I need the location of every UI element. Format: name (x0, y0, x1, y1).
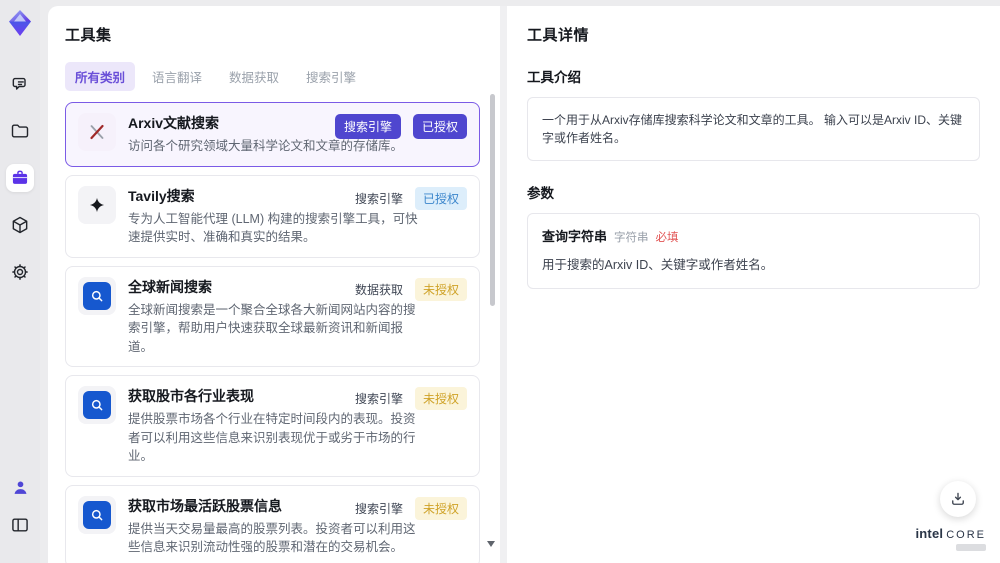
tool-card-sector-performance[interactable]: 获取股市各行业表现 提供股票市场各个行业在特定时间段内的表现。投资者可以利用这些… (65, 375, 480, 477)
param-desc: 用于搜索的Arxiv ID、关键字或作者姓名。 (542, 258, 774, 273)
tool-card-desc: 提供当天交易量最高的股票列表。投资者可以利用这些信息来识别流动性强的股票和潜在的… (128, 521, 416, 555)
tab-data-acquisition[interactable]: 数据获取 (219, 62, 289, 91)
briefcase-icon (10, 168, 30, 188)
auth-status-badge: 已授权 (414, 186, 467, 210)
sidebar-item-files[interactable] (6, 117, 34, 145)
tab-search-engine[interactable]: 搜索引擎 (296, 62, 366, 91)
download-icon (949, 490, 967, 508)
category-tabs: 所有类别 语言翻译 数据获取 搜索引擎 (65, 62, 480, 91)
intro-heading: 工具介绍 (527, 70, 581, 85)
intro-box: 一个用于从Arxiv存储库搜索科学论文和文章的工具。 输入可以是Arxiv ID… (527, 97, 980, 161)
tool-category-label: 搜索引擎 (354, 392, 403, 406)
app-rail (0, 0, 40, 563)
chat-icon (10, 74, 30, 94)
user-icon (11, 478, 30, 497)
intel-core-text: CORE (946, 529, 986, 541)
param-name: 查询字符串 (542, 229, 608, 244)
main-surface: 工具集 所有类别 语言翻译 数据获取 搜索引擎 Arxiv文献搜索 访问各个研究… (48, 6, 1000, 563)
auth-status-badge: 未授权 (414, 496, 467, 520)
gear-icon (10, 262, 30, 282)
arxiv-icon (78, 113, 116, 151)
tool-details-panel: 工具详情 工具介绍 一个用于从Arxiv存储库搜索科学论文和文章的工具。 输入可… (507, 6, 1000, 563)
sidebar-item-chat[interactable] (6, 70, 34, 98)
param-card: 查询字符串 字符串 必填 用于搜索的Arxiv ID、关键字或作者姓名。 (527, 213, 980, 289)
spark-icon (78, 185, 116, 224)
panel-toggle-icon (10, 515, 30, 535)
intel-brand-text: intel (915, 526, 944, 541)
auth-status-badge: 未授权 (414, 387, 467, 410)
news-search-icon (78, 495, 116, 534)
intel-core-logo: intel CORE (915, 526, 986, 551)
param-type: 字符串 (614, 232, 649, 244)
param-required-flag: 必填 (655, 232, 679, 244)
tool-card-desc: 全球新闻搜索是一个聚合全球各大新闻网站内容的搜索引擎，帮助用户快速获取全球最新资… (128, 302, 416, 354)
tab-all-categories[interactable]: 所有类别 (65, 62, 136, 91)
news-search-icon (78, 276, 116, 315)
tool-category-label: 搜索引擎 (354, 501, 403, 516)
page-title: 工具集 (65, 27, 112, 44)
download-button[interactable] (940, 481, 976, 517)
tab-language-translation[interactable]: 语言翻译 (142, 62, 212, 91)
intro-text: 一个用于从Arxiv存储库搜索科学论文和文章的工具。 输入可以是Arxiv ID… (542, 113, 963, 145)
category-button[interactable]: 搜索引擎 (334, 114, 401, 139)
tool-card-active-stocks[interactable]: 获取市场最活跃股票信息 提供当天交易量最高的股票列表。投资者可以利用这些信息来识… (65, 484, 480, 563)
tool-category-label: 搜索引擎 (354, 191, 403, 206)
tool-category-label: 数据获取 (354, 282, 403, 297)
sidebar-item-models[interactable] (6, 211, 34, 239)
folder-icon (10, 121, 30, 141)
tool-list-panel: 工具集 所有类别 语言翻译 数据获取 搜索引擎 Arxiv文献搜索 访问各个研究… (48, 6, 500, 563)
tool-list: Arxiv文献搜索 访问各个研究领域大量科学论文和文章的存储库。 搜索引擎 已授… (65, 102, 480, 563)
intel-core-sub-badge (956, 544, 986, 551)
panel-divider (500, 6, 507, 563)
cube-icon (10, 215, 30, 235)
scrollbar-thumb[interactable] (490, 94, 495, 306)
sidebar-item-user[interactable] (6, 473, 34, 501)
tool-card-desc: 提供股票市场各个行业在特定时间段内的表现。投资者可以利用这些信息来识别表现优于或… (128, 412, 416, 463)
tool-card-desc: 专为人工智能代理 (LLM) 构建的搜索引擎工具，可快速提供实时、准确和真实的结… (128, 211, 418, 245)
sidebar-item-settings[interactable] (6, 258, 34, 286)
auth-status-badge: 未授权 (414, 277, 467, 301)
sidebar-item-panel-toggle[interactable] (6, 511, 34, 539)
scrollbar-down-arrow[interactable] (487, 541, 495, 547)
sidebar-item-tools[interactable] (6, 164, 34, 192)
params-heading: 参数 (527, 186, 554, 201)
details-title: 工具详情 (527, 27, 590, 44)
authorized-button[interactable]: 已授权 (412, 114, 467, 139)
tool-card-desc: 访问各个研究领域大量科学论文和文章的存储库。 (128, 139, 404, 153)
tool-card-global-news[interactable]: 全球新闻搜索 全球新闻搜索是一个聚合全球各大新闻网站内容的搜索引擎，帮助用户快速… (65, 265, 480, 367)
app-logo-icon (5, 8, 35, 38)
news-search-icon (78, 386, 116, 424)
tool-card-tavily[interactable]: Tavily搜索 专为人工智能代理 (LLM) 构建的搜索引擎工具，可快速提供实… (65, 174, 480, 258)
tool-card-arxiv[interactable]: Arxiv文献搜索 访问各个研究领域大量科学论文和文章的存储库。 搜索引擎 已授… (65, 102, 480, 167)
